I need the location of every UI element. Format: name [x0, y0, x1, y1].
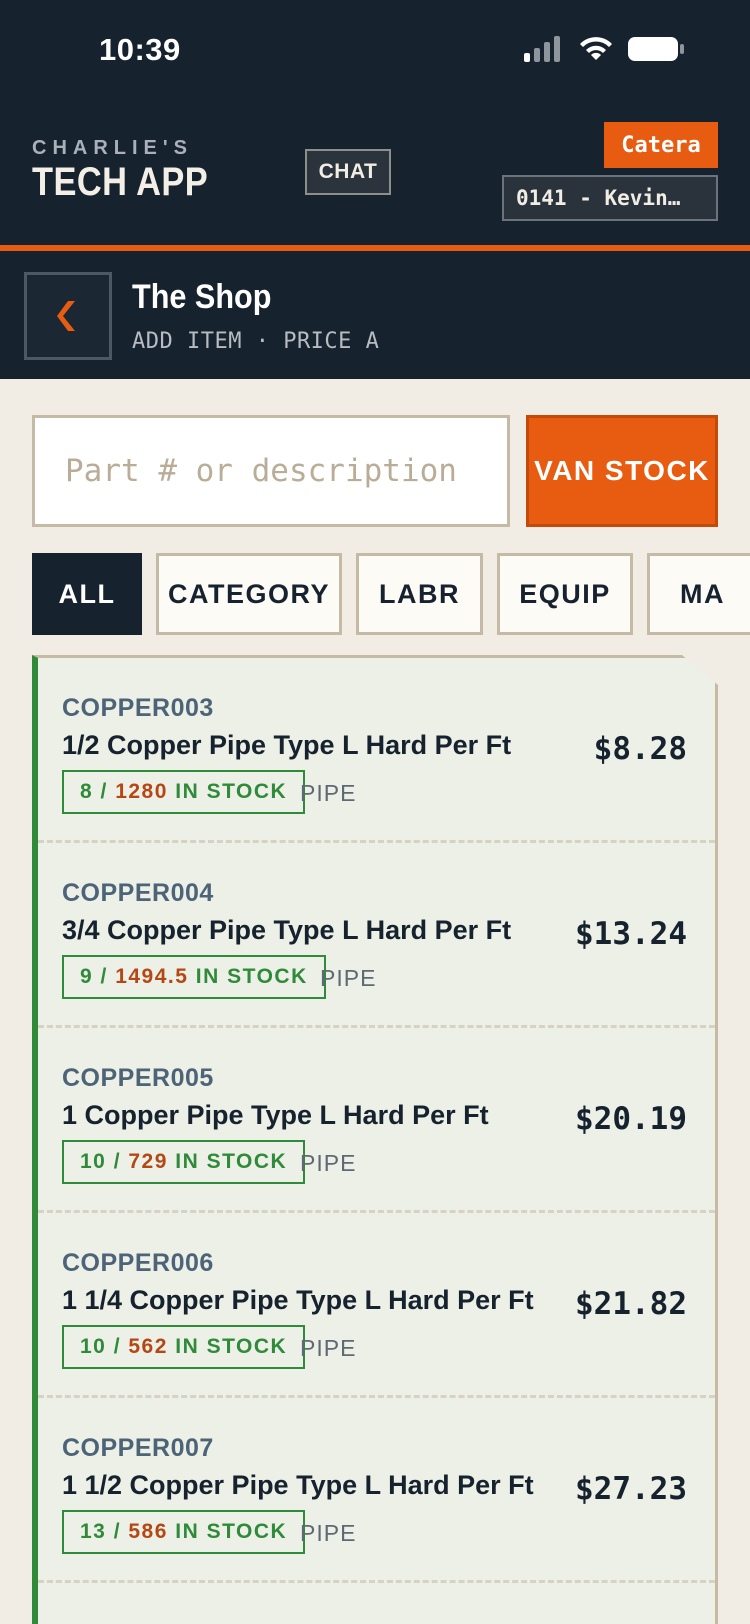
chevron-left-icon [57, 301, 75, 331]
status-icons [524, 36, 684, 62]
filter-chip-category[interactable]: CATEGORY [156, 553, 342, 635]
item-price: $27.23 [575, 1471, 687, 1507]
item-price: $13.24 [575, 916, 687, 952]
total-qty: 1494.5 [115, 965, 189, 988]
search-input[interactable] [32, 415, 510, 527]
list-item[interactable]: COPPER007 1 1/2 Copper Pipe Type L Hard … [38, 1398, 715, 1583]
battery-icon [628, 37, 684, 61]
stock-label: IN STOCK [175, 1335, 288, 1358]
item-category: PIPE [300, 1335, 357, 1361]
page-subtitle: ADD ITEM · PRICE A [132, 329, 380, 354]
list-item[interactable]: COPPER006 1 1/4 Copper Pipe Type L Hard … [38, 1213, 715, 1398]
filter-chips: ALL CATEGORY LABR EQUIP MA [32, 553, 750, 637]
stock-badge: 9 / 1494.5 IN STOCK [62, 955, 326, 999]
item-sku: COPPER005 [62, 1064, 214, 1092]
technician-select[interactable]: 0141 - Kevin… [502, 175, 718, 221]
total-qty: 562 [128, 1335, 168, 1358]
app-logo-title: TECH APP [32, 160, 209, 204]
item-sku: COPPER007 [62, 1434, 214, 1462]
item-description: 1 1/4 Copper Pipe Type L Hard Per Ft [62, 1285, 534, 1315]
item-category: PIPE [300, 780, 357, 806]
item-price: $8.28 [593, 731, 687, 767]
van-qty: 8 [80, 780, 94, 803]
chat-button[interactable]: CHAT [305, 149, 391, 195]
item-price: $20.19 [575, 1101, 687, 1137]
stock-badge: 8 / 1280 IN STOCK [62, 770, 306, 814]
filter-chip-labr[interactable]: LABR [356, 553, 483, 635]
company-badge: Catera [604, 122, 718, 168]
back-button[interactable] [24, 272, 112, 360]
item-sku: COPPER004 [62, 879, 214, 907]
stock-label: IN STOCK [195, 965, 308, 988]
cellular-signal-icon [524, 36, 560, 62]
item-price: $21.82 [575, 1286, 687, 1322]
list-item[interactable]: COPPER003 1/2 Copper Pipe Type L Hard Pe… [38, 658, 715, 843]
stock-label: IN STOCK [175, 1520, 288, 1543]
stock-badge: 10 / 729 IN STOCK [62, 1140, 306, 1184]
item-sku: COPPER003 [62, 694, 214, 722]
item-category: PIPE [300, 1150, 357, 1176]
page-title: The Shop [132, 278, 272, 316]
filter-chip-equip[interactable]: EQUIP [497, 553, 633, 635]
item-description: 1 1/2 Copper Pipe Type L Hard Per Ft [62, 1470, 534, 1500]
parts-list: COPPER003 1/2 Copper Pipe Type L Hard Pe… [32, 655, 718, 1624]
stock-badge: 10 / 562 IN STOCK [62, 1325, 306, 1369]
item-category: PIPE [300, 1520, 357, 1546]
filter-chip-ma[interactable]: MA [647, 553, 750, 635]
total-qty: 729 [128, 1150, 168, 1173]
wifi-icon [580, 37, 612, 60]
status-time: 10:39 [99, 32, 181, 67]
total-qty: 586 [128, 1520, 168, 1543]
van-stock-button[interactable]: VAN STOCK [526, 415, 718, 527]
page-subheader [0, 251, 750, 379]
item-description: 1/2 Copper Pipe Type L Hard Per Ft [62, 730, 512, 760]
list-item[interactable]: COPPER005 1 Copper Pipe Type L Hard Per … [38, 1028, 715, 1213]
stock-badge: 13 / 586 IN STOCK [62, 1510, 306, 1554]
stock-label: IN STOCK [175, 780, 288, 803]
item-category: PIPE [320, 965, 377, 991]
stock-label: IN STOCK [175, 1150, 288, 1173]
list-item[interactable]: COPPER004 3/4 Copper Pipe Type L Hard Pe… [38, 843, 715, 1028]
van-qty: 9 [80, 965, 94, 988]
van-qty: 13 [80, 1520, 107, 1543]
item-description: 1 Copper Pipe Type L Hard Per Ft [62, 1100, 489, 1130]
filter-chip-all[interactable]: ALL [32, 553, 142, 635]
item-sku: COPPER006 [62, 1249, 214, 1277]
total-qty: 1280 [115, 780, 168, 803]
van-qty: 10 [80, 1150, 107, 1173]
item-description: 3/4 Copper Pipe Type L Hard Per Ft [62, 915, 512, 945]
brand-subtitle: CHARLIE'S [32, 137, 193, 159]
van-qty: 10 [80, 1335, 107, 1358]
